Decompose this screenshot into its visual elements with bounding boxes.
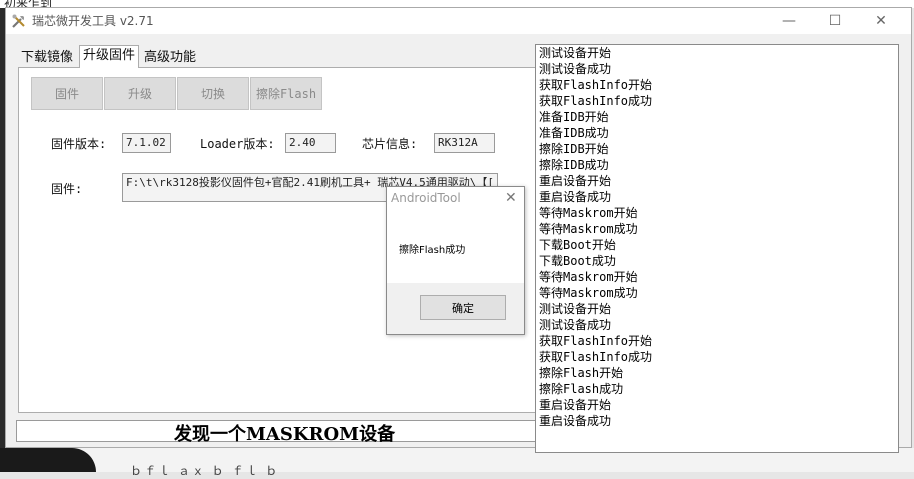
title-bar[interactable]: 瑞芯微开发工具 v2.71 — ☐ ✕ xyxy=(6,8,911,34)
log-list[interactable]: 测试设备开始 测试设备成功 获取FlashInfo开始 获取FlashInfo成… xyxy=(535,44,899,453)
log-line: 准备IDB开始 xyxy=(539,110,609,124)
background-image-fragment xyxy=(0,448,96,472)
firmware-version-label: 固件版本: xyxy=(51,137,107,151)
log-line: 等待Maskrom成功 xyxy=(539,286,638,300)
log-line: 擦除Flash开始 xyxy=(539,366,624,380)
close-button[interactable]: ✕ xyxy=(858,8,904,34)
log-line: 等待Maskrom成功 xyxy=(539,222,638,236)
device-status-text: 发现一个MASKROM设备 xyxy=(174,424,396,445)
firmware-path-label: 固件: xyxy=(51,182,83,196)
log-line: 测试设备开始 xyxy=(539,302,612,316)
tab-upgrade-firmware[interactable]: 升级固件 xyxy=(79,45,140,68)
log-line: 获取FlashInfo开始 xyxy=(539,78,653,92)
tab-download-image[interactable]: 下载镜像 xyxy=(18,48,77,67)
tab-advanced-functions[interactable]: 高级功能 xyxy=(141,48,200,67)
maximize-button[interactable]: ☐ xyxy=(812,8,858,34)
chip-info-label: 芯片信息: xyxy=(362,137,418,151)
dialog-close-icon[interactable]: ✕ xyxy=(505,190,517,206)
log-line: 擦除Flash成功 xyxy=(539,382,624,396)
log-line: 重启设备开始 xyxy=(539,398,612,412)
firmware-button[interactable]: 固件 xyxy=(31,77,103,110)
loader-version-field: 2.40 xyxy=(285,133,336,153)
log-line: 重启设备成功 xyxy=(539,414,612,428)
chip-info-field: RK312A xyxy=(434,133,495,153)
dialog-title: AndroidTool xyxy=(391,191,461,205)
log-line: 擦除IDB开始 xyxy=(539,142,609,156)
dialog-ok-button[interactable]: 确定 xyxy=(420,295,506,320)
log-line: 测试设备成功 xyxy=(539,62,612,76)
background-bottom-text: ｂｆｌ ａｘ ｂ ｆｌ ｂ xyxy=(130,464,280,478)
log-line: 获取FlashInfo成功 xyxy=(539,350,653,364)
switch-button[interactable]: 切换 xyxy=(177,77,249,110)
log-line: 获取FlashInfo成功 xyxy=(539,94,653,108)
log-line: 获取FlashInfo开始 xyxy=(539,334,653,348)
minimize-button[interactable]: — xyxy=(766,8,812,34)
log-line: 准备IDB成功 xyxy=(539,126,609,140)
log-line: 重启设备开始 xyxy=(539,174,612,188)
upgrade-button[interactable]: 升级 xyxy=(104,77,176,110)
log-line: 下载Boot开始 xyxy=(539,238,616,252)
log-line: 测试设备开始 xyxy=(539,46,612,60)
log-line: 擦除IDB成功 xyxy=(539,158,609,172)
log-line: 等待Maskrom开始 xyxy=(539,270,638,284)
log-line: 等待Maskrom开始 xyxy=(539,206,638,220)
window-title: 瑞芯微开发工具 v2.71 xyxy=(32,14,154,28)
loader-version-label: Loader版本: xyxy=(200,137,275,151)
tools-icon xyxy=(12,14,25,28)
log-line: 重启设备成功 xyxy=(539,190,612,204)
dialog-footer: 确定 xyxy=(387,283,524,334)
log-line: 测试设备成功 xyxy=(539,318,612,332)
dialog-message: 擦除Flash成功 xyxy=(399,245,466,256)
android-tool-dialog: AndroidTool ✕ 擦除Flash成功 确定 xyxy=(386,186,525,335)
log-line: 下载Boot成功 xyxy=(539,254,616,268)
firmware-version-field: 7.1.02 xyxy=(122,133,171,153)
erase-flash-button[interactable]: 擦除Flash xyxy=(250,77,322,110)
